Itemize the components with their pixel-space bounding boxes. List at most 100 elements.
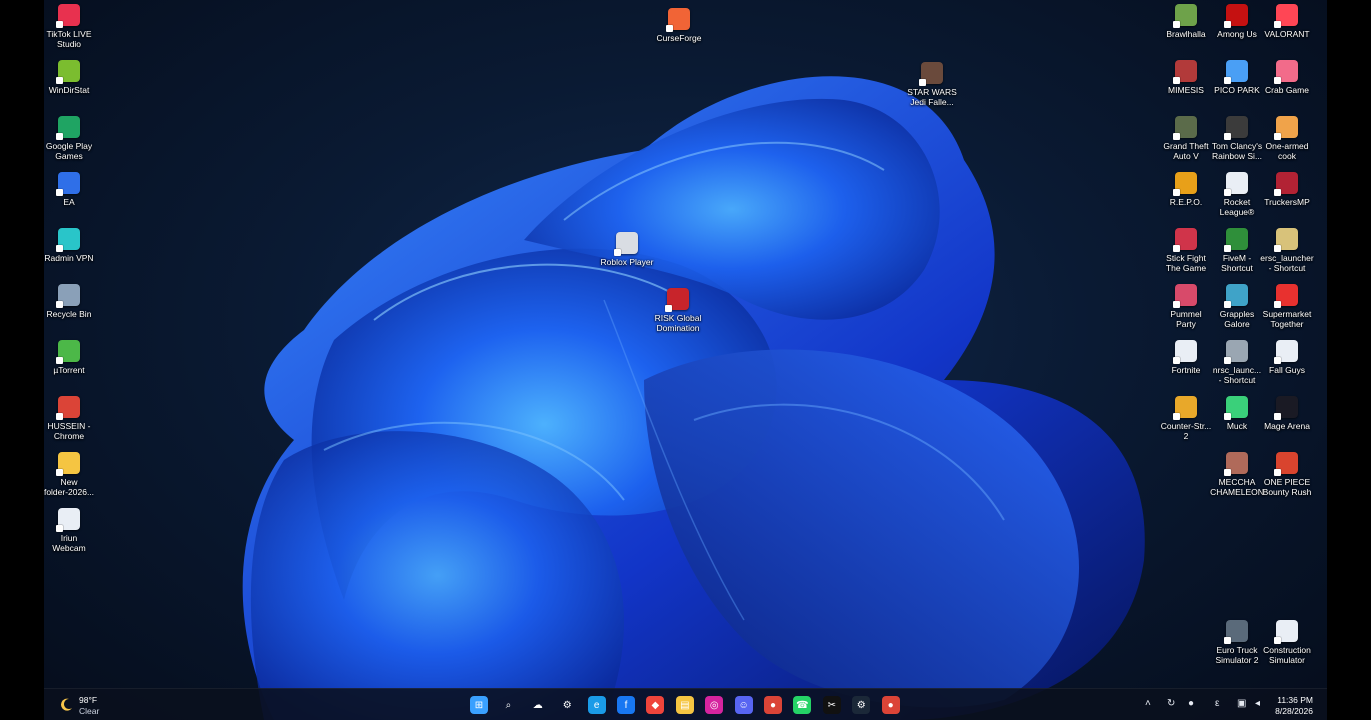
chrome-profile-icon[interactable]: ● [881,696,900,714]
moon-icon [61,698,72,711]
search-icon[interactable]: ⌕ [499,696,517,714]
desktop-shortcut[interactable]: One-armed cook [1252,116,1322,161]
desktop-shortcut[interactable]: Mage Arena [1252,396,1322,431]
desktop-shortcut[interactable]: New folder-2026... [44,452,104,497]
one-piece-icon [1274,452,1298,476]
desktop-shortcut[interactable]: STAR WARS Jedi Falle... [897,62,967,107]
shortcut-label: Rocket League® [1219,197,1255,217]
desktop-shortcut[interactable]: Iriun Webcam [44,508,104,553]
iriun-webcam-icon [56,508,80,532]
grapples-galore-icon [1224,284,1248,308]
shortcut-label: New folder-2026... [44,477,95,497]
shortcut-label: Stick Fight The Game [1165,253,1207,273]
crab-game-icon [1274,60,1298,84]
shortcut-label: µTorrent [53,365,85,375]
construction-simulator-icon [1274,620,1298,644]
meccha-chameleon-icon [1224,452,1248,476]
shortcut-label: Construction Simulator [1263,645,1311,665]
shortcut-label: VALORANT [1264,29,1310,39]
shortcut-label: Iriun Webcam [52,533,86,553]
desktop-shortcut[interactable]: Google Play Games [44,116,104,161]
clock-time: 11:36 PM [1277,695,1313,705]
windows-start-icon[interactable]: ⊞ [470,696,488,714]
desktop-shortcut[interactable]: Supermarket Together [1252,284,1322,329]
steam-icon[interactable]: ⚙ [852,696,871,714]
ersc-launcher-icon [1274,228,1298,252]
utorrent-icon [56,340,80,364]
network-icon[interactable]: ▣ [1237,698,1246,709]
shortcut-label: Muck [1226,421,1248,431]
shortcut-label: Pummel Party [1170,309,1202,329]
desktop-shortcut[interactable]: Recycle Bin [44,284,104,319]
shortcut-label: CurseForge [656,33,702,43]
capcut-icon[interactable]: ✂ [822,696,841,714]
windirstat-icon [56,60,80,84]
shortcut-label: RISK Global Domination [654,313,702,333]
shortcut-label: Grapples Galore [1219,309,1255,329]
desktop-shortcut[interactable]: Radmin VPN [44,228,104,263]
desktop-shortcut[interactable]: ONE PIECE Bounty Rush [1252,452,1322,497]
euro-truck-icon [1224,620,1248,644]
whatsapp-icon[interactable]: ☎ [793,696,812,714]
desktop-shortcut[interactable]: µTorrent [44,340,104,375]
rainbow-six-icon [1224,116,1248,140]
desktop-shortcut[interactable]: HUSSEIN - Chrome [44,396,104,441]
shortcut-label: ONE PIECE Bounty Rush [1262,477,1312,497]
tiktok-live-studio-icon [56,4,80,28]
desktop-shortcut[interactable]: Roblox Player [592,232,662,267]
shortcut-label: Fall Guys [1269,365,1305,375]
google-play-games-icon [56,116,80,140]
chrome-icon [56,396,80,420]
fortnite-icon [1173,340,1197,364]
gta-v-icon [1173,116,1197,140]
desktop-shortcut[interactable]: ersc_launcher - Shortcut [1252,228,1322,273]
edge-icon[interactable]: e [587,696,606,714]
chrome-icon[interactable]: ● [764,696,782,714]
shortcut-label: Roblox Player [600,257,654,267]
desktop-shortcut[interactable]: VALORANT [1252,4,1322,39]
discord-icon[interactable]: ☺ [734,696,753,714]
shortcut-label: MIMESIS [1168,85,1204,95]
among-us-icon [1224,4,1248,28]
volume-icon[interactable]: ◂ [1255,698,1260,709]
shortcut-label: One-armed cook [1265,141,1309,161]
desktop-shortcut[interactable]: Crab Game [1252,60,1322,95]
desktop-shortcut[interactable]: CurseForge [644,8,714,43]
file-explorer-icon[interactable]: ▤ [675,696,694,714]
desktop: TikTok LIVE Studio WinDirStat Google Play … [44,0,1327,720]
shortcut-label: TruckersMP [1264,197,1310,207]
muck-icon [1224,396,1248,420]
shortcut-label: Mage Arena [1264,421,1310,431]
chevron-up-icon[interactable]: ˄ [1145,698,1151,709]
desktop-shortcut[interactable]: EA [44,172,104,207]
fivem-icon [1224,228,1248,252]
desktop-shortcut[interactable]: WinDirStat [44,60,104,95]
shortcut-label: STAR WARS Jedi Falle... [907,87,957,107]
supermarket-together-icon [1274,284,1298,308]
truckersmp-icon [1274,172,1298,196]
microphone-icon[interactable]: ● [1188,698,1194,709]
shortcut-label: WinDirStat [48,85,90,95]
cloud-sync-icon[interactable]: ↻ [1167,698,1175,709]
desktop-shortcut[interactable]: Construction Simulator [1252,620,1322,665]
shortcut-label: HUSSEIN - Chrome [47,421,91,441]
recycle-bin-icon [56,284,80,308]
onedrive-icon[interactable]: ☁ [529,696,547,714]
settings-icon[interactable]: ⚙ [558,696,576,714]
valorant-icon [1274,4,1298,28]
desktop-shortcut[interactable]: Fall Guys [1252,340,1322,375]
shortcut-label: Supermarket Together [1262,309,1312,329]
language-icon[interactable]: ε [1215,698,1219,709]
desktop-shortcut[interactable]: RISK Global Domination [643,288,713,333]
fall-guys-icon [1274,340,1298,364]
desktop-shortcut[interactable]: TruckersMP [1252,172,1322,207]
roblox-icon [614,232,638,256]
instagram-icon[interactable]: ◎ [705,696,724,714]
counter-strike-icon [1173,396,1197,420]
facebook-icon[interactable]: f [617,696,635,714]
mage-arena-icon [1274,396,1298,420]
desktop-shortcut[interactable]: TikTok LIVE Studio [44,4,104,49]
bloom-wallpaper [242,76,1145,720]
shortcut-label: ersc_launcher - Shortcut [1260,253,1314,273]
anydesk-icon[interactable]: ◆ [646,696,665,714]
